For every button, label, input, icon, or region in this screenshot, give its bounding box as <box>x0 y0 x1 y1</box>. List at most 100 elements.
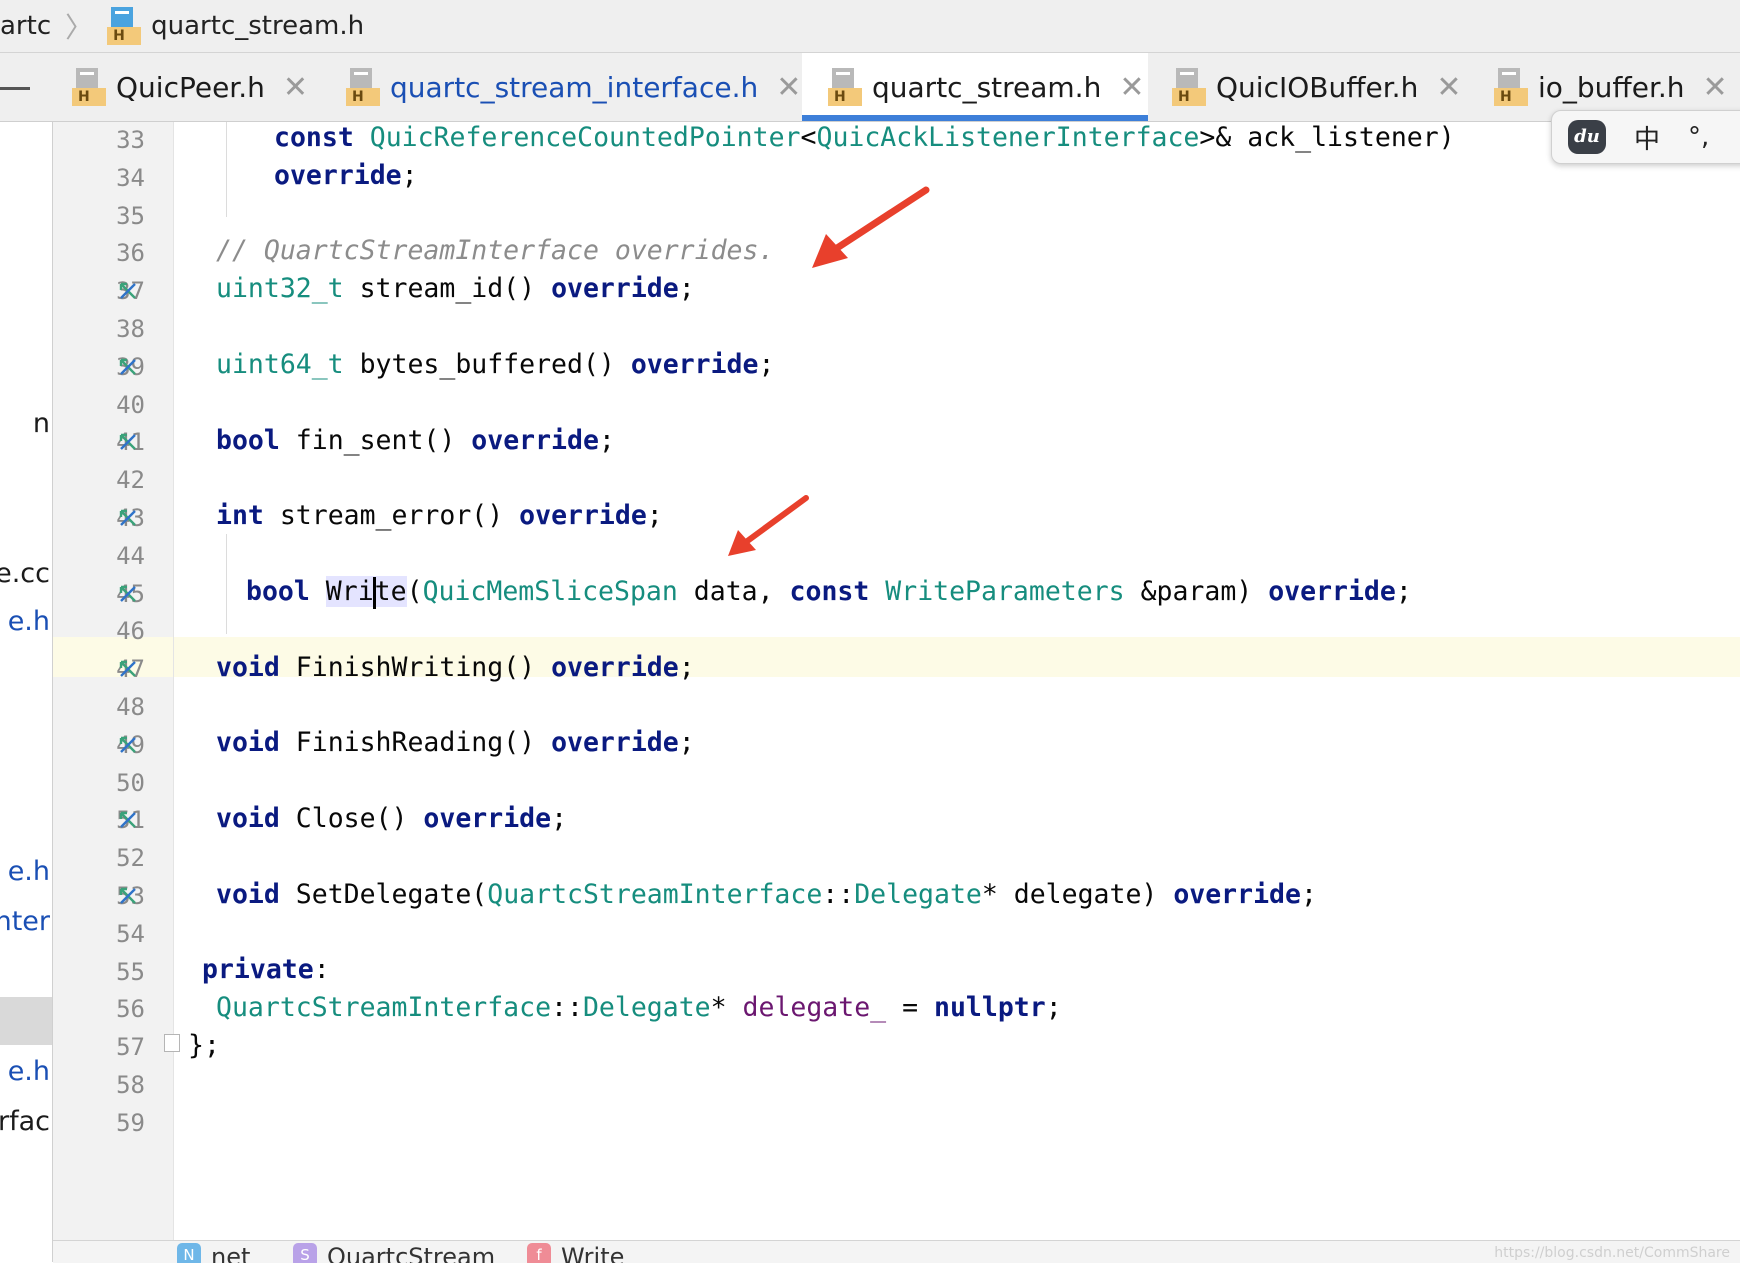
close-icon[interactable]: ✕ <box>1119 70 1144 105</box>
project-tree-item[interactable]: e.h <box>8 1056 50 1087</box>
fold-icon[interactable] <box>164 1034 180 1052</box>
structure-crumb[interactable]: S QuartcStream <box>293 1243 495 1263</box>
line-number[interactable]: 38 <box>53 315 145 343</box>
line-number[interactable]: 58 <box>53 1071 145 1099</box>
editor-gutter: 33 34 35 36 37 38 39 40 41 42 43 44 45 46 47 48 49 50 51 52… <box>53 122 174 1240</box>
project-tree-panel: n e.cc e.h e.h nter e.h erfac <box>0 122 53 1262</box>
code-line-39: uint64_t bytes_buffered() override; <box>216 349 775 380</box>
tab-label: QuicIOBuffer.h <box>1216 70 1419 104</box>
header-file-icon: H <box>72 68 106 106</box>
line-number[interactable]: 42 <box>53 466 145 494</box>
project-tree-item[interactable]: nter <box>0 906 50 937</box>
implements-method-icon[interactable] <box>118 659 138 679</box>
annotation-arrow-2 <box>728 495 809 556</box>
editor-tab-bar: H QuicPeer.h ✕ H quartc_stream_interface… <box>0 53 1740 122</box>
header-file-icon: H <box>1172 68 1206 106</box>
line-number[interactable]: 56 <box>53 995 145 1023</box>
tab-overflow-icon[interactable] <box>0 87 30 90</box>
implements-method-icon[interactable] <box>118 281 138 301</box>
implements-method-icon[interactable] <box>118 357 138 377</box>
line-number[interactable]: 57 <box>53 1033 145 1061</box>
code-line-47: void FinishWriting() override; <box>216 652 695 683</box>
code-line-56: QuartcStreamInterface::Delegate* delegat… <box>216 992 1062 1023</box>
line-number[interactable]: 34 <box>53 164 145 192</box>
implements-method-icon[interactable] <box>118 508 138 528</box>
tab-quartc-stream-interface[interactable]: H quartc_stream_interface.h ✕ <box>346 53 801 121</box>
line-number[interactable]: 54 <box>53 920 145 948</box>
project-tree-item[interactable]: erfac <box>0 1106 50 1137</box>
crumb-label: QuartcStream <box>327 1243 496 1263</box>
header-file-icon: H <box>346 68 380 106</box>
close-icon[interactable]: ✕ <box>283 70 308 105</box>
tab-label: QuicPeer.h <box>116 70 265 104</box>
baidu-ime-logo-icon[interactable]: du <box>1568 120 1606 154</box>
code-line-57: }; <box>188 1030 220 1061</box>
line-number[interactable]: 59 <box>53 1109 145 1137</box>
implements-method-icon[interactable] <box>118 584 138 604</box>
tab-label: io_buffer.h <box>1538 70 1685 104</box>
ime-punctuation-toggle[interactable]: °, <box>1688 122 1709 152</box>
crumb-kind-icon: S <box>293 1243 317 1263</box>
crumb-kind-icon: f <box>527 1243 551 1263</box>
annotation-arrow-1 <box>812 186 930 268</box>
line-number[interactable]: 52 <box>53 844 145 872</box>
tab-quartc-stream[interactable]: H quartc_stream.h ✕ <box>802 53 1148 121</box>
code-line-43: int stream_error() override; <box>216 500 663 531</box>
line-number[interactable]: 36 <box>53 239 145 267</box>
navigation-breadcrumb: artc 〉 H quartc_stream.h <box>0 0 1740 53</box>
implements-method-icon[interactable] <box>118 735 138 755</box>
breadcrumb-parent[interactable]: artc <box>0 11 51 41</box>
line-number[interactable]: 33 <box>53 126 145 154</box>
implements-method-icon[interactable] <box>118 810 138 830</box>
write-identifier-highlight[interactable]: Write <box>325 576 407 609</box>
code-line-37: uint32_t stream_id() override; <box>216 273 695 304</box>
crumb-label: net <box>211 1243 251 1263</box>
indent-guide <box>226 122 227 217</box>
indent-guide <box>226 534 227 634</box>
line-number[interactable]: 44 <box>53 542 145 570</box>
line-number[interactable]: 46 <box>53 617 145 645</box>
crumb-label: Write <box>561 1243 625 1263</box>
crumb-kind-icon: N <box>177 1243 201 1263</box>
code-editor[interactable]: const QuicReferenceCountedPointer<QuicAc… <box>174 122 1740 1240</box>
code-line-36: // QuartcStreamInterface overrides. <box>216 235 775 266</box>
implements-method-icon[interactable] <box>118 432 138 452</box>
selected-tree-row[interactable] <box>0 997 52 1045</box>
close-icon[interactable]: ✕ <box>776 70 801 105</box>
header-file-icon: H <box>1494 68 1528 106</box>
ime-toolbar: du 中 °, <box>1551 110 1740 164</box>
tab-quicpeer[interactable]: H QuicPeer.h ✕ <box>72 53 308 121</box>
tab-label: quartc_stream_interface.h <box>390 70 759 104</box>
close-icon[interactable]: ✕ <box>1436 70 1461 105</box>
ime-mode-toggle[interactable]: 中 <box>1634 119 1660 156</box>
close-icon[interactable]: ✕ <box>1703 70 1728 105</box>
structure-crumb[interactable]: Nnet <box>177 1243 250 1263</box>
project-tree-item[interactable]: e.h <box>8 606 50 637</box>
breadcrumb-separator-icon: 〉 <box>65 12 94 43</box>
tab-label: quartc_stream.h <box>872 70 1102 104</box>
line-number[interactable]: 50 <box>53 769 145 797</box>
project-tree-item[interactable]: n <box>33 408 50 439</box>
header-file-icon: H <box>107 7 142 45</box>
tab-quiciobuffer[interactable]: H QuicIOBuffer.h ✕ <box>1172 53 1461 121</box>
project-tree-item[interactable]: e.h <box>8 856 50 887</box>
line-number[interactable]: 48 <box>53 693 145 721</box>
breadcrumb-file[interactable]: quartc_stream.h <box>151 11 364 41</box>
code-line-34: override; <box>274 160 418 191</box>
line-number[interactable]: 55 <box>53 958 145 986</box>
code-line-45: bool Write(QuicMemSliceSpan data, const … <box>246 576 1412 609</box>
code-line-55: private: <box>202 954 330 985</box>
implements-method-icon[interactable] <box>118 886 138 906</box>
project-tree-item[interactable]: e.cc <box>0 558 50 589</box>
code-line-41: bool fin_sent() override; <box>216 425 615 456</box>
code-line-49: void FinishReading() override; <box>216 727 695 758</box>
line-number[interactable]: 35 <box>53 202 145 230</box>
structure-crumb[interactable]: f Write <box>527 1243 624 1263</box>
watermark: https://blog.csdn.net/CommShare <box>1494 1245 1730 1261</box>
code-line-53: void SetDelegate(QuartcStreamInterface::… <box>216 879 1317 910</box>
code-line-51: void Close() override; <box>216 803 568 834</box>
line-number[interactable]: 40 <box>53 391 145 419</box>
code-line-33: const QuicReferenceCountedPointer<QuicAc… <box>274 122 1455 153</box>
header-file-icon: H <box>828 68 862 106</box>
structure-breadcrumb: Nnet S QuartcStream f Write https://blog.csd… <box>53 1240 1740 1263</box>
